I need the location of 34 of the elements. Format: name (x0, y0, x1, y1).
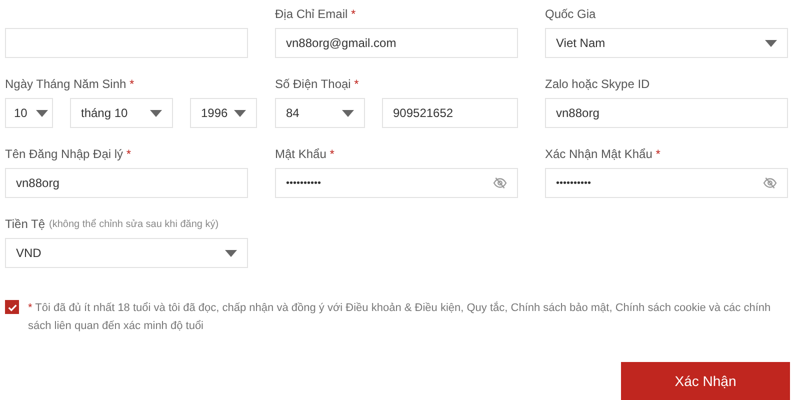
hidden-eye-icon[interactable] (493, 177, 507, 189)
caret-icon (765, 40, 777, 46)
password-field[interactable]: •••••••••• (275, 168, 518, 198)
dropdown[interactable]: tháng 10 (70, 98, 173, 128)
field-label: Địa Chỉ Email * (275, 7, 356, 21)
input-field[interactable]: vn88org (545, 98, 788, 128)
caret-icon (342, 110, 354, 116)
field-note: (không thể chỉnh sửa sau khi đăng ký) (49, 218, 219, 230)
dropdown[interactable]: 10 (5, 98, 53, 128)
dropdown[interactable]: VND (5, 238, 248, 268)
confirm-button[interactable]: Xác Nhận (621, 362, 790, 400)
password-field[interactable]: •••••••••• (545, 168, 788, 198)
input-field[interactable]: 909521652 (382, 98, 518, 128)
input-field[interactable]: vn88org@gmail.com (275, 28, 518, 58)
dropdown[interactable]: 1996 (190, 98, 257, 128)
caret-icon (234, 110, 246, 116)
field-label: Xác Nhận Mật Khẩu * (545, 147, 660, 161)
checkbox[interactable] (5, 300, 19, 314)
input-field[interactable]: vn88org (5, 168, 248, 198)
field-label: Tên Đăng Nhập Đại lý * (5, 147, 132, 161)
dropdown[interactable]: 84 (275, 98, 365, 128)
caret-icon (150, 110, 162, 116)
field-label: Quốc Gia (545, 7, 596, 21)
input-field[interactable] (5, 28, 248, 58)
field-label: Ngày Tháng Năm Sinh * (5, 77, 134, 91)
field-label: Tiền Tệ (5, 217, 46, 231)
caret-icon (36, 110, 48, 116)
field-label: Số Điện Thoại * (275, 77, 359, 91)
hidden-eye-icon[interactable] (763, 177, 777, 189)
caret-icon (225, 250, 237, 256)
field-label: Mật Khẩu * (275, 147, 334, 161)
dropdown[interactable]: Viet Nam (545, 28, 788, 58)
agreement-text: * Tôi đã đủ ít nhất 18 tuổi và tôi đã đọc, chấp nhận và đồng ý với Điều khoản & Điều kiện, Quy tắc, Chính sách bảo mật, Chính sách cookie và các chính sách liên quan đến xác minh độ tuổi (28, 300, 772, 334)
field-label: Zalo hoặc Skype ID (545, 77, 650, 91)
